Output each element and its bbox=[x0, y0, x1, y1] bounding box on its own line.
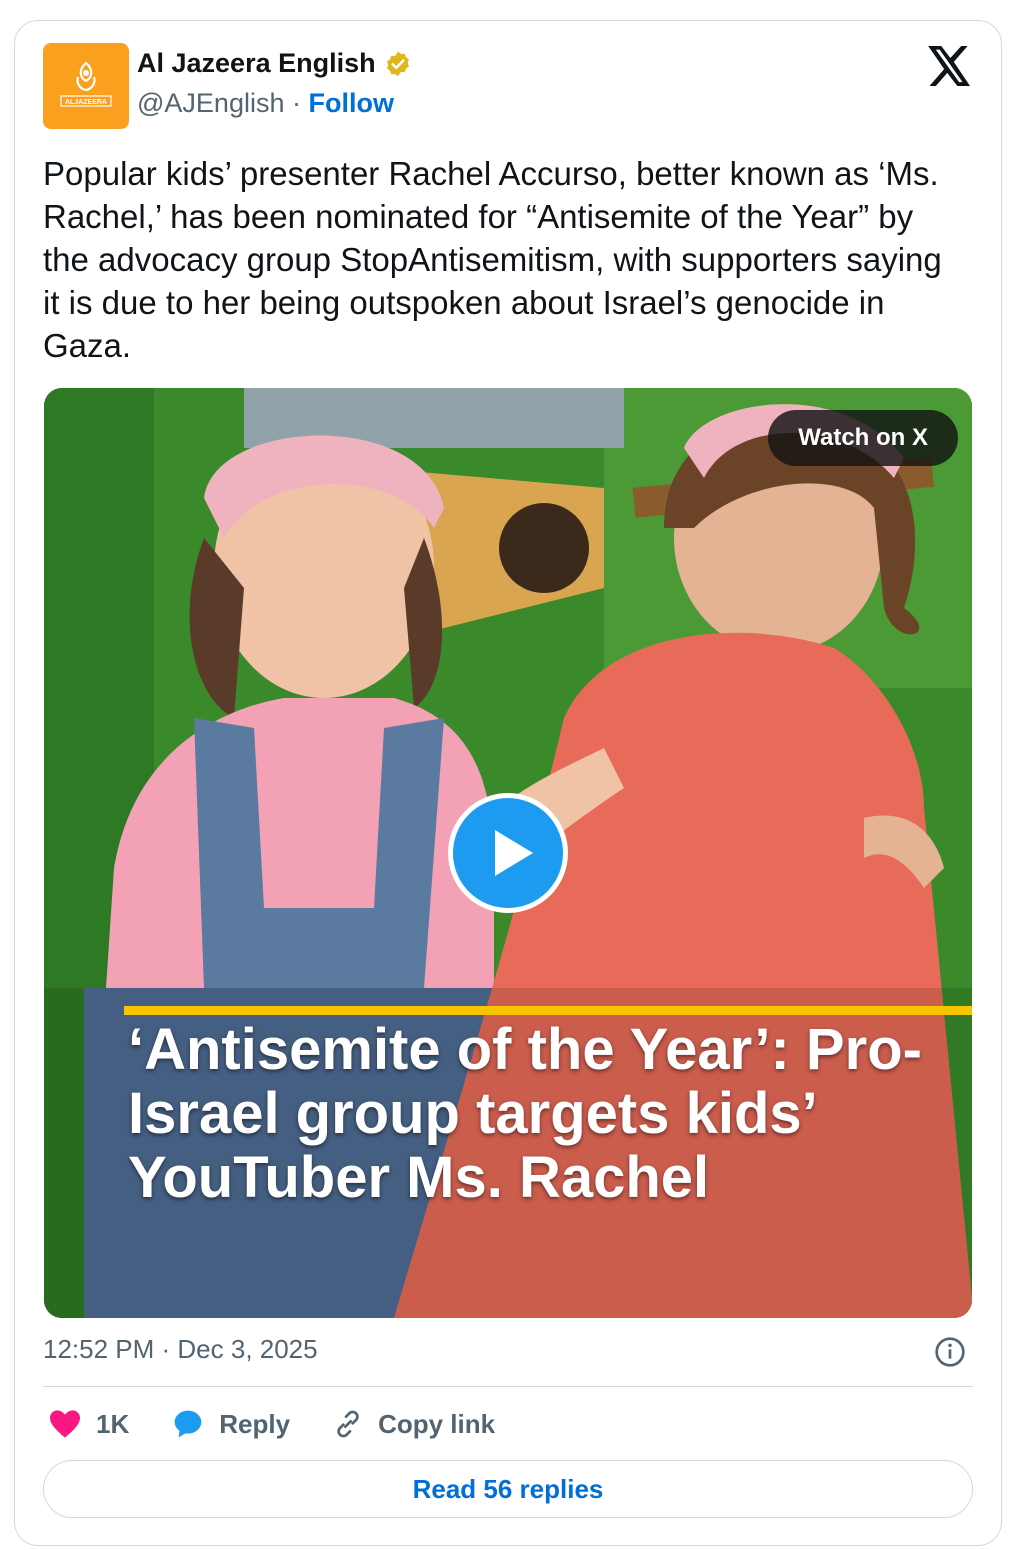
like-button[interactable]: 1K bbox=[48, 1409, 129, 1440]
play-button[interactable] bbox=[448, 793, 568, 913]
tweet-timestamp[interactable]: 12:52 PM · Dec 3, 2025 bbox=[43, 1334, 318, 1365]
tweet-actions: 1K Reply Copy link bbox=[48, 1402, 537, 1446]
verified-badge-icon bbox=[386, 51, 409, 76]
x-logo-icon[interactable] bbox=[928, 46, 972, 86]
aljazeera-logo-icon: ALJAZEERA bbox=[60, 61, 112, 107]
tweet-text: Popular kids’ presenter Rachel Accurso, … bbox=[43, 155, 942, 364]
headline-accent-bar bbox=[124, 1006, 972, 1015]
watch-on-x-button[interactable]: Watch on X bbox=[768, 410, 958, 466]
like-count: 1K bbox=[96, 1408, 130, 1439]
play-icon bbox=[495, 830, 533, 876]
reply-bubble-icon bbox=[174, 1410, 202, 1438]
copy-link-button[interactable]: Copy link bbox=[332, 1408, 495, 1440]
account-name[interactable]: Al Jazeera English bbox=[137, 48, 376, 79]
reply-label: Reply bbox=[219, 1408, 291, 1439]
divider bbox=[43, 1386, 973, 1387]
logo-text: ALJAZEERA bbox=[65, 99, 107, 106]
read-replies-button[interactable]: Read 56 replies bbox=[43, 1460, 973, 1518]
account-handle[interactable]: @AJEnglish bbox=[137, 88, 284, 118]
heart-icon bbox=[50, 1410, 80, 1438]
account-handle-row: @AJEnglish · Follow bbox=[137, 88, 394, 119]
account-avatar[interactable]: ALJAZEERA bbox=[43, 43, 129, 129]
account-name-row: Al Jazeera English bbox=[137, 48, 412, 79]
handle-separator: · bbox=[292, 88, 301, 118]
follow-button[interactable]: Follow bbox=[309, 88, 394, 118]
video-headline: ‘Antisemite of the Year’: Pro-Israel gro… bbox=[128, 1017, 922, 1210]
reply-button[interactable]: Reply bbox=[171, 1408, 290, 1440]
copy-link-label: Copy link bbox=[378, 1408, 496, 1439]
video-media[interactable]: Watch on X ‘Antisemite of the Year’: Pro… bbox=[44, 388, 972, 1318]
info-icon[interactable] bbox=[934, 1336, 966, 1368]
link-icon bbox=[337, 1410, 359, 1438]
